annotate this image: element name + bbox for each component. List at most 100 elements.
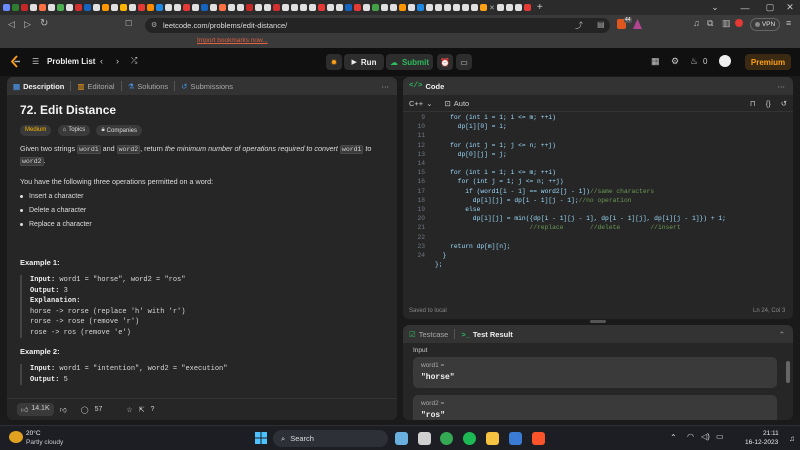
testcase-input-word1[interactable]: word1 = "horse" bbox=[413, 357, 777, 388]
reset-icon[interactable]: ↺ bbox=[781, 99, 787, 108]
close-window-icon[interactable]: ✕ bbox=[775, 0, 800, 15]
tab-favicon[interactable] bbox=[309, 4, 316, 11]
tab-favicon[interactable] bbox=[75, 4, 82, 11]
code-line[interactable]: }; bbox=[403, 260, 793, 269]
shuffle-icon[interactable]: ⤮ bbox=[131, 56, 137, 66]
next-problem-icon[interactable]: › bbox=[116, 56, 119, 66]
tab-favicon[interactable] bbox=[363, 4, 370, 11]
back-icon[interactable]: ◁ bbox=[8, 19, 15, 30]
active-tab-favicon[interactable] bbox=[480, 4, 487, 11]
tab-test-result[interactable]: >_ Test Result bbox=[455, 330, 518, 339]
testcase-input-word2[interactable]: word2 = "ros" bbox=[413, 395, 777, 420]
prev-problem-icon[interactable]: ‹ bbox=[100, 56, 103, 66]
tab-favicon[interactable] bbox=[354, 4, 361, 11]
code-line[interactable]: 17 if (word1[i - 1] == word2[j - 1])//sa… bbox=[403, 187, 793, 196]
star-icon[interactable]: ☆ bbox=[126, 406, 132, 414]
avatar[interactable] bbox=[719, 55, 731, 67]
premium-button[interactable]: Premium bbox=[745, 54, 791, 70]
chrome-icon[interactable] bbox=[440, 432, 453, 445]
url-field[interactable]: ⚙ leetcode.com/problems/edit-distance/ ⤴… bbox=[145, 18, 610, 33]
tab-favicon[interactable] bbox=[57, 4, 64, 11]
tab-favicon[interactable] bbox=[390, 4, 397, 11]
panel-more-icon[interactable]: ⋯ bbox=[382, 82, 390, 91]
bookmark-icon[interactable]: ⊓ bbox=[750, 99, 756, 108]
tab-favicon[interactable] bbox=[219, 4, 226, 11]
code-line[interactable]: 20 dp[i][j] = min({dp[i - 1][j - 1], dp[… bbox=[403, 214, 793, 223]
wallet-icon[interactable] bbox=[735, 19, 743, 27]
code-editor[interactable]: 9 for (int i = 1; i <= m; ++i) 10 dp[i][0… bbox=[403, 113, 793, 269]
companies-chip[interactable]: 🔒︎ Companies bbox=[96, 125, 143, 136]
tab-favicon[interactable] bbox=[496, 4, 504, 11]
tab-favicon[interactable] bbox=[165, 4, 172, 11]
help-icon[interactable]: ? bbox=[151, 406, 155, 413]
tab-favicon[interactable] bbox=[192, 4, 199, 11]
close-tab-icon[interactable]: ✕ bbox=[489, 4, 495, 12]
braces-icon[interactable]: {} bbox=[766, 99, 771, 108]
tab-favicon[interactable] bbox=[120, 4, 127, 11]
import-bookmarks-link[interactable]: Import bookmarks now... bbox=[197, 37, 268, 44]
tab-favicon[interactable] bbox=[138, 4, 145, 11]
tab-favicon[interactable] bbox=[228, 4, 235, 11]
tab-favicon[interactable] bbox=[372, 4, 379, 11]
tab-favicon[interactable] bbox=[129, 4, 136, 11]
task-view-icon[interactable] bbox=[395, 432, 408, 445]
tab-favicon[interactable] bbox=[84, 4, 91, 11]
vpn-button[interactable]: VPN bbox=[750, 18, 780, 31]
new-tab-icon[interactable]: + bbox=[537, 2, 543, 13]
file-explorer-icon[interactable] bbox=[486, 432, 499, 445]
settings-gear-icon[interactable]: ⚙ bbox=[671, 56, 679, 67]
like-button[interactable]: 👍︎ 14.1K bbox=[17, 403, 54, 416]
reload-icon[interactable]: ↻ bbox=[40, 18, 48, 29]
code-line[interactable]: 13 dp[0][j] = j; bbox=[403, 150, 793, 159]
language-select[interactable]: C++ ⌄ bbox=[409, 99, 432, 108]
weather-icon[interactable] bbox=[9, 431, 23, 443]
tab-favicon[interactable] bbox=[282, 4, 289, 11]
volume-icon[interactable]: ◁) bbox=[701, 432, 710, 441]
tab-favicon[interactable] bbox=[3, 4, 10, 11]
wifi-icon[interactable]: ◠ bbox=[687, 432, 694, 441]
tab-favicon[interactable] bbox=[523, 4, 531, 11]
app-icon[interactable] bbox=[509, 432, 522, 445]
tab-submissions[interactable]: ↺ Submissions bbox=[175, 82, 239, 91]
code-line[interactable]: 19 else bbox=[403, 205, 793, 214]
tab-favicon[interactable] bbox=[66, 4, 73, 11]
brave-icon[interactable] bbox=[532, 432, 545, 445]
tab-favicon[interactable] bbox=[39, 4, 46, 11]
tab-favicon[interactable] bbox=[246, 4, 253, 11]
panel-collapse-icon[interactable]: ⌃ bbox=[779, 330, 785, 339]
notification-bell-icon[interactable]: ♫ bbox=[789, 434, 795, 443]
code-line[interactable]: 14 bbox=[403, 159, 793, 168]
tab-favicon[interactable] bbox=[30, 4, 37, 11]
menu-icon[interactable]: ≡ bbox=[786, 18, 791, 28]
tab-favicon[interactable] bbox=[48, 4, 55, 11]
taskbar-search[interactable]: ⌕ Search bbox=[273, 430, 388, 447]
panel-more-icon[interactable]: ⋯ bbox=[778, 82, 786, 91]
battery-icon[interactable]: ▭ bbox=[716, 432, 724, 441]
thumbs-down-icon[interactable]: 👎︎ bbox=[60, 405, 67, 414]
tab-favicon[interactable] bbox=[147, 4, 154, 11]
topics-chip[interactable]: ⌂ Topics bbox=[57, 124, 91, 136]
windows-start-icon[interactable] bbox=[255, 432, 267, 444]
tab-editorial[interactable]: ▥ Editorial bbox=[71, 82, 120, 91]
code-line[interactable]: 12 for (int j = 1; j <= n; ++j) bbox=[403, 141, 793, 150]
code-line[interactable]: 24 } bbox=[403, 251, 793, 260]
tab-favicon[interactable] bbox=[444, 4, 451, 11]
tab-favicon[interactable] bbox=[327, 4, 334, 11]
tab-code[interactable]: </> Code bbox=[403, 82, 450, 91]
tab-solutions[interactable]: ⚗ Solutions bbox=[122, 82, 175, 91]
tab-favicon[interactable] bbox=[417, 4, 424, 11]
code-line[interactable]: 16 for (int j = 1; j <= n; ++j) bbox=[403, 177, 793, 186]
tab-favicon[interactable] bbox=[12, 4, 19, 11]
tray-overflow-icon[interactable]: ⌃ bbox=[670, 433, 677, 442]
auto-mode-toggle[interactable]: ⊡ Auto bbox=[444, 99, 469, 108]
spotify-icon[interactable] bbox=[463, 432, 476, 445]
code-line[interactable]: 23 return dp[m][n]; bbox=[403, 242, 793, 251]
code-line[interactable]: 15 for (int i = 1; i <= m; ++i) bbox=[403, 168, 793, 177]
tab-list-icon[interactable]: ⌄ bbox=[700, 0, 730, 15]
leetcode-logo-icon[interactable] bbox=[10, 55, 22, 68]
run-button[interactable]: ▶ Run bbox=[344, 54, 384, 70]
tab-favicon[interactable] bbox=[156, 4, 163, 11]
tab-favicon[interactable] bbox=[462, 4, 469, 11]
tab-favicon[interactable] bbox=[21, 4, 28, 11]
tab-favicon[interactable] bbox=[201, 4, 208, 11]
